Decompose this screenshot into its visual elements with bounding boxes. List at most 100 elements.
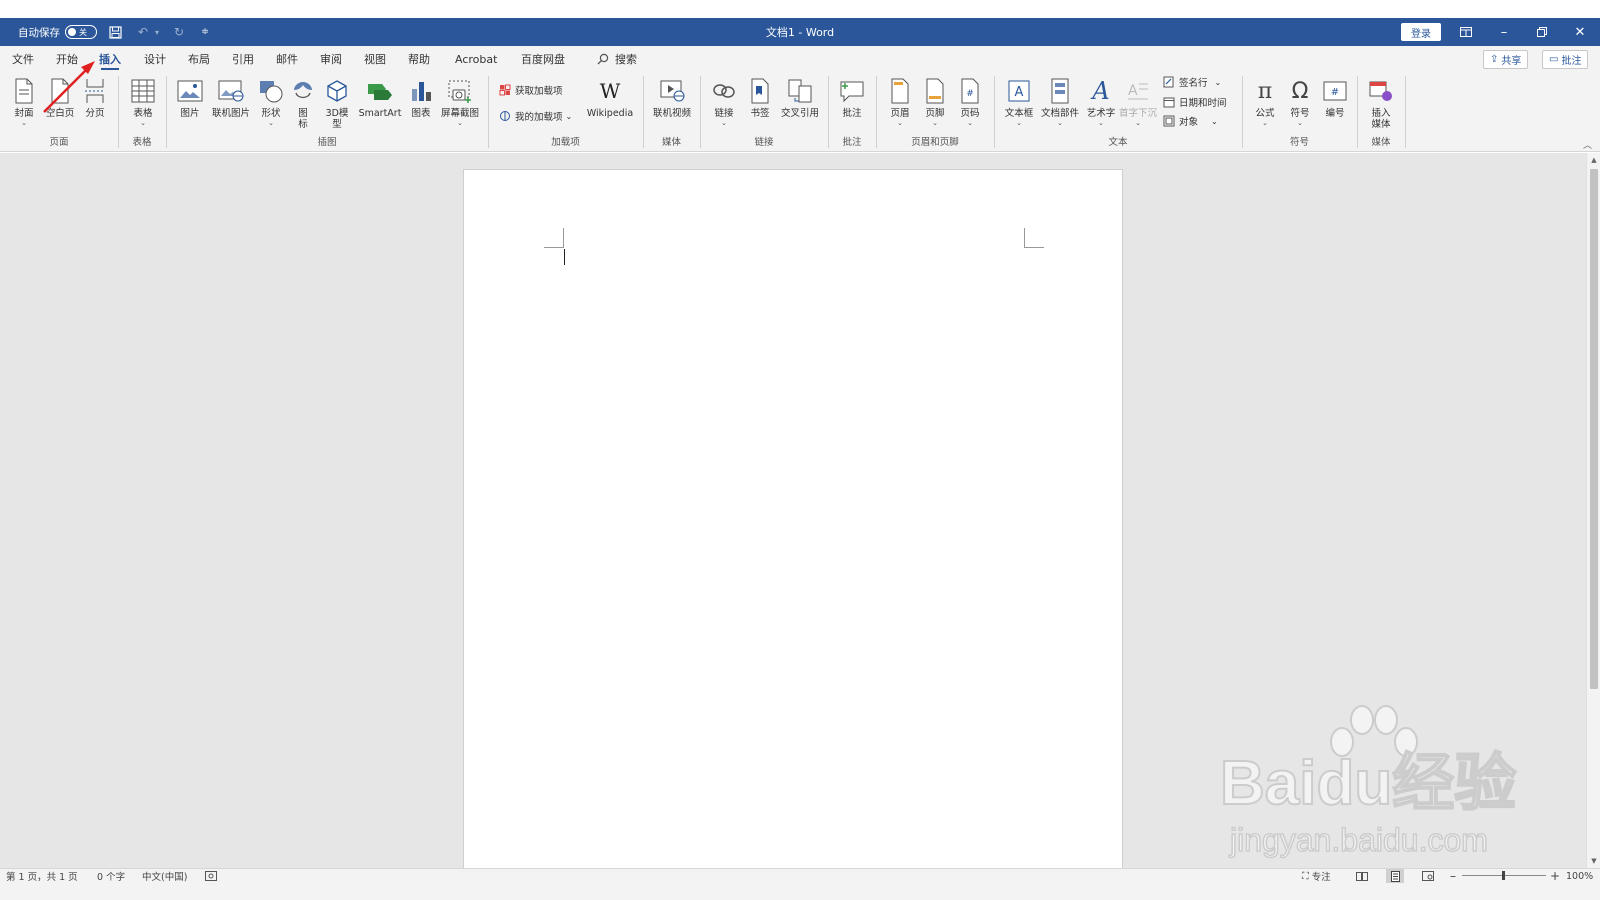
tab-layout[interactable]: 布局 (188, 46, 210, 72)
scroll-thumb[interactable] (1590, 169, 1598, 689)
page-break-label: 分页 (85, 108, 105, 119)
group-label-media2: 媒体 (1371, 137, 1391, 148)
object-label: 对象 (1179, 117, 1199, 128)
page-number-button[interactable]: # 页码 ⌄ (955, 76, 985, 127)
bookmark-button[interactable]: 书签 (746, 76, 774, 119)
ribbon-display-options-icon[interactable] (1447, 18, 1485, 46)
object-button[interactable]: 对象 ⌄ (1162, 112, 1218, 130)
numbering-button[interactable]: # 编号 (1320, 76, 1350, 119)
redo-icon[interactable]: ↻ (169, 22, 189, 42)
symbol-button[interactable]: Ω 符号 ⌄ (1285, 76, 1315, 127)
customize-qat-icon[interactable]: ≑ (195, 22, 215, 42)
footer-button[interactable]: 页脚 ⌄ (920, 76, 950, 127)
online-video-button[interactable]: 联机视频 (650, 76, 694, 119)
link-label: 链接 (714, 108, 734, 119)
date-time-button[interactable]: 日期和时间 (1162, 93, 1227, 111)
language-indicator[interactable]: 中文(中国) (142, 869, 187, 883)
minimize-icon[interactable]: – (1485, 18, 1523, 46)
tab-baidu-netdisk[interactable]: 百度网盘 (521, 46, 565, 72)
chevron-down-icon: ⌄ (140, 119, 146, 127)
share-button[interactable]: ⇪ 共享 (1483, 50, 1529, 69)
group-label-pages: 页面 (49, 137, 69, 148)
table-button[interactable]: 表格 ⌄ (126, 76, 160, 127)
my-addins-icon (498, 109, 512, 123)
pi-icon: π (1257, 78, 1273, 104)
scroll-up-icon[interactable]: ▲ (1587, 153, 1600, 167)
tab-acrobat[interactable]: Acrobat (455, 46, 497, 72)
autosave-toggle[interactable]: 关 (65, 25, 97, 39)
print-layout-icon[interactable] (1386, 869, 1404, 883)
wordart-icon: A (1092, 76, 1110, 105)
online-picture-button[interactable]: 联机图片 (209, 76, 253, 119)
textbox-button[interactable]: A 文本框 ⌄ (1003, 76, 1035, 127)
undo-dropdown-icon[interactable]: ▾ (153, 22, 161, 42)
tab-home[interactable]: 开始 (56, 46, 78, 72)
scroll-down-icon[interactable]: ▼ (1587, 854, 1600, 868)
get-addins-button[interactable]: 获取加载项 (498, 81, 563, 99)
web-layout-icon[interactable] (1419, 869, 1437, 883)
picture-button[interactable]: 图片 (174, 76, 206, 119)
tab-file[interactable]: 文件 (12, 46, 34, 72)
quick-parts-button[interactable]: 文档部件 ⌄ (1038, 76, 1082, 127)
group-label-links: 链接 (754, 137, 774, 148)
header-button[interactable]: 页眉 ⌄ (885, 76, 915, 127)
smartart-button[interactable]: SmartArt (357, 76, 403, 119)
page-break-button[interactable]: 分页 (80, 76, 110, 119)
3d-models-button[interactable]: 3D模型 (322, 76, 352, 130)
crop-mark-top-left (544, 228, 564, 248)
zoom-slider-thumb[interactable] (1502, 871, 1505, 880)
tab-view[interactable]: 视图 (364, 46, 386, 72)
status-bar: 第 1 页，共 1 页 0 个字 中文(中国) ⛶ 专注 – + 100% (0, 868, 1600, 900)
shapes-button[interactable]: 形状 ⌄ (256, 76, 286, 127)
chart-button[interactable]: 图表 (408, 76, 434, 119)
equation-button[interactable]: π 公式 ⌄ (1250, 76, 1280, 127)
wikipedia-button[interactable]: W Wikipedia (583, 76, 637, 120)
icons-button[interactable]: 图标 (290, 76, 316, 130)
zoom-out-icon[interactable]: – (1450, 869, 1456, 883)
screenshot-button[interactable]: 屏幕截图 ⌄ (438, 76, 482, 127)
quick-parts-icon (1045, 76, 1075, 106)
collapse-ribbon-icon[interactable]: ︿ (1583, 138, 1592, 151)
save-icon[interactable] (105, 22, 125, 42)
tab-help[interactable]: 帮助 (408, 46, 430, 72)
tab-insert[interactable]: 插入 (99, 46, 121, 72)
word-count[interactable]: 0 个字 (97, 869, 125, 883)
wikipedia-icon: W (599, 78, 621, 103)
omega-icon: Ω (1291, 78, 1309, 104)
signature-line-button[interactable]: 签名行 ⌄ (1162, 73, 1221, 91)
close-icon[interactable]: ✕ (1561, 18, 1599, 46)
my-addins-button[interactable]: 我的加载项 ⌄ (498, 107, 572, 125)
chevron-down-icon: ⌄ (721, 119, 727, 127)
autosave-control[interactable]: 自动保存 关 (18, 18, 97, 46)
blank-page-button[interactable]: 空白页 (43, 76, 77, 119)
page-count[interactable]: 第 1 页，共 1 页 (6, 869, 78, 883)
tab-mailings[interactable]: 邮件 (276, 46, 298, 72)
read-mode-icon[interactable] (1353, 869, 1371, 883)
undo-icon[interactable]: ↶ (133, 22, 153, 42)
tab-design[interactable]: 设计 (144, 46, 166, 72)
vertical-scrollbar[interactable]: ▲ ▼ (1586, 153, 1600, 868)
cover-page-button[interactable]: 封面 ⌄ (9, 76, 39, 127)
quick-access-toolbar: ↶ ▾ ↻ ≑ (105, 18, 215, 46)
restore-icon[interactable] (1523, 18, 1561, 46)
shapes-icon (256, 76, 286, 106)
zoom-in-icon[interactable]: + (1550, 869, 1560, 883)
bookmark-icon (745, 76, 775, 106)
macro-icon[interactable] (205, 869, 217, 883)
comments-button[interactable]: ▭ 批注 (1542, 50, 1589, 69)
chart-label: 图表 (411, 108, 431, 119)
focus-mode-button[interactable]: ⛶ 专注 (1302, 869, 1331, 884)
dropcap-button[interactable]: A 首字下沉 ⌄ (1118, 76, 1158, 127)
link-button[interactable]: 链接 ⌄ (710, 76, 738, 127)
tab-references[interactable]: 引用 (232, 46, 254, 72)
search-box[interactable]: 搜索 (597, 46, 637, 72)
new-comment-button[interactable]: 批注 (836, 76, 868, 119)
zoom-level[interactable]: 100% (1566, 869, 1593, 883)
cross-reference-button[interactable]: 交叉引用 (778, 76, 822, 119)
screenshot-label: 屏幕截图 (440, 108, 479, 119)
tab-review[interactable]: 审阅 (320, 46, 342, 72)
wordart-button[interactable]: A 艺术字 ⌄ (1083, 76, 1119, 128)
document-page[interactable] (463, 169, 1123, 869)
insert-media-button[interactable]: 插入媒体 (1364, 76, 1398, 130)
login-button[interactable]: 登录 (1401, 23, 1441, 41)
